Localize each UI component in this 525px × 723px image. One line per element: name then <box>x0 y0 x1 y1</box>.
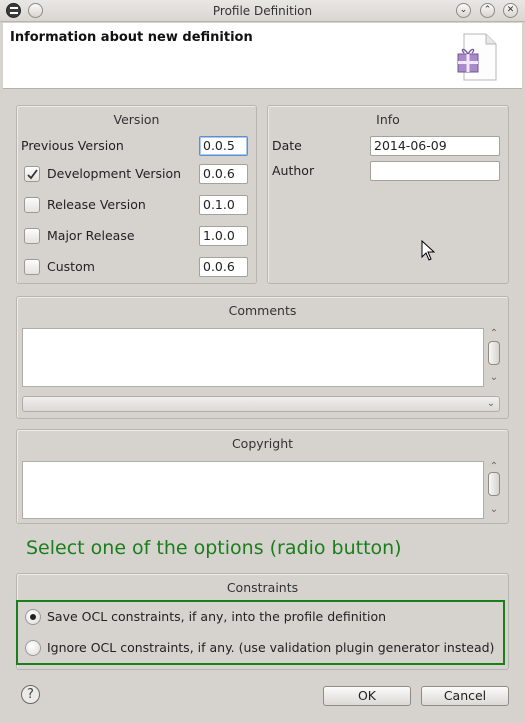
previous-version-field[interactable]: 0.0.5 <box>199 136 248 156</box>
comments-vertical-scrollbar[interactable]: ⌃ ⌄ <box>486 328 502 387</box>
info-group: Info <box>267 105 509 284</box>
wizard-header: Information about new definition <box>3 23 522 89</box>
custom-version-field[interactable]: 0.0.6 <box>199 257 248 277</box>
window-title: Profile Definition <box>212 4 313 18</box>
ok-button[interactable]: OK <box>323 686 411 706</box>
maximize-icon[interactable]: ⌃ <box>480 3 495 18</box>
development-version-field[interactable]: 0.0.6 <box>199 164 248 184</box>
date-field[interactable]: 2014-06-09 <box>370 136 500 156</box>
save-ocl-label: Save OCL constraints, if any, into the p… <box>47 609 387 624</box>
copyright-textarea[interactable] <box>22 461 484 519</box>
custom-label: Custom <box>47 259 95 274</box>
comments-horizontal-scrollbar[interactable]: ⌄ <box>22 396 500 412</box>
scroll-up-icon[interactable]: ⌃ <box>486 461 502 472</box>
minimize-icon[interactable]: ⌄ <box>456 3 471 18</box>
copyright-vertical-scrollbar[interactable]: ⌃ ⌄ <box>486 461 502 519</box>
checkmark-icon <box>27 169 38 180</box>
scroll-down-icon[interactable]: ⌄ <box>486 372 502 383</box>
major-release-field[interactable]: 1.0.0 <box>199 226 248 246</box>
development-version-label: Development Version <box>47 166 182 181</box>
cancel-button[interactable]: Cancel <box>421 686 509 706</box>
scroll-thumb[interactable] <box>488 472 500 496</box>
new-profile-wizard-icon <box>457 33 497 81</box>
title-bar[interactable]: Profile Definition ⌄ ⌃ ✕ <box>0 0 525 22</box>
release-version-checkbox[interactable] <box>24 197 40 213</box>
ignore-ocl-radio[interactable] <box>25 640 41 656</box>
close-icon[interactable]: ✕ <box>503 3 518 18</box>
custom-checkbox[interactable] <box>24 259 40 275</box>
author-label: Author <box>272 163 315 178</box>
hint-text: Select one of the options (radio button) <box>26 537 402 559</box>
chevron-down-icon[interactable]: ⌄ <box>483 397 499 411</box>
major-release-label: Major Release <box>47 228 135 243</box>
radio-selected-dot <box>30 614 36 620</box>
version-group-title: Version <box>113 112 160 127</box>
help-icon[interactable]: ? <box>21 685 40 704</box>
info-group-title: Info <box>376 112 400 127</box>
date-label: Date <box>272 138 302 153</box>
comments-textarea[interactable] <box>22 328 484 387</box>
scroll-down-icon[interactable]: ⌄ <box>486 504 502 515</box>
release-version-label: Release Version <box>47 197 146 212</box>
author-field[interactable] <box>370 161 500 181</box>
major-release-checkbox[interactable] <box>24 228 40 244</box>
release-version-field[interactable]: 0.1.0 <box>199 195 248 215</box>
ignore-ocl-label: Ignore OCL constraints, if any. (use val… <box>47 640 495 655</box>
mouse-cursor-icon <box>421 240 435 261</box>
header-title: Information about new definition <box>10 30 253 45</box>
constraints-group-title: Constraints <box>226 580 299 595</box>
previous-version-label: Previous Version <box>21 138 124 153</box>
development-version-checkbox[interactable] <box>24 166 40 182</box>
scroll-thumb[interactable] <box>488 341 500 365</box>
copyright-group-title: Copyright <box>231 436 294 451</box>
save-ocl-radio[interactable] <box>25 609 41 625</box>
scroll-up-icon[interactable]: ⌃ <box>486 328 502 339</box>
comments-group-title: Comments <box>228 303 297 318</box>
